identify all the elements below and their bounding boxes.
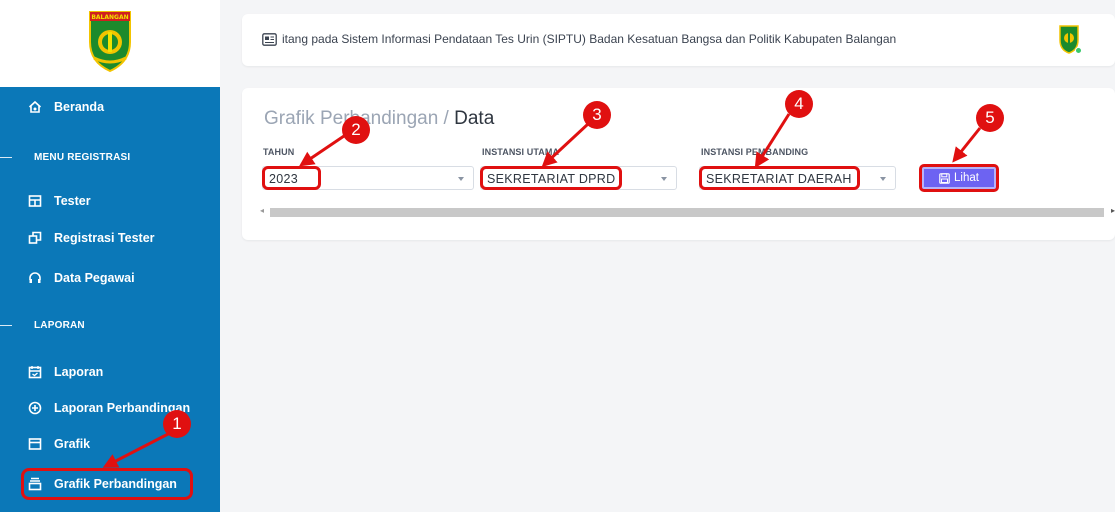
callout-badge-1: 1 (163, 410, 191, 438)
callout-badge-3: 3 (583, 101, 611, 129)
calendar-icon (28, 365, 42, 379)
sidebar-item-data-pegawai[interactable]: Data Pegawai (0, 258, 220, 298)
sidebar: BALANGAN Beranda MENU REGISTRASI Tester … (0, 0, 220, 512)
chevron-down-icon (661, 177, 667, 181)
section-label: LAPORAN (34, 319, 85, 331)
sidebar-item-label: Tester (54, 194, 91, 208)
sidebar-item-beranda[interactable]: Beranda (0, 87, 220, 127)
sidebar-item-registrasi-tester[interactable]: Registrasi Tester (0, 218, 220, 258)
window-icon (28, 437, 42, 451)
section-divider (0, 156, 12, 158)
instansi-utama-label: INSTANSI UTAMA (482, 147, 560, 157)
callout-badge-4: 4 (785, 90, 813, 118)
sidebar-item-laporan[interactable]: Laporan (0, 352, 220, 392)
save-icon (939, 172, 950, 184)
scroll-left-icon[interactable]: ◂ (260, 206, 264, 215)
headset-icon (28, 271, 42, 285)
highlight-box-tahun (262, 166, 321, 190)
sidebar-item-label: Laporan (54, 365, 104, 379)
sidebar-item-label: Data Pegawai (54, 271, 135, 285)
announcement-marquee: itang pada Sistem Informasi Pendataan Te… (282, 32, 897, 46)
sidebar-item-label: Grafik (54, 437, 91, 451)
page-title: Grafik Perbandingan / Data (264, 108, 494, 130)
sidebar-item-tester[interactable]: Tester (0, 181, 220, 221)
chevron-down-icon (458, 177, 464, 181)
sidebar-item-label: Beranda (54, 100, 105, 114)
news-icon (262, 33, 277, 46)
chevron-down-icon (880, 177, 886, 181)
highlight-box-instansi-utama (480, 166, 622, 190)
online-status-dot (1075, 47, 1082, 54)
instansi-pembanding-label: INSTANSI PEMBANDING (701, 147, 809, 157)
topbar: itang pada Sistem Informasi Pendataan Te… (242, 14, 1115, 66)
scrollbar-thumb[interactable] (270, 208, 1104, 217)
scroll-right-icon[interactable]: ▸ (1111, 206, 1115, 215)
callout-badge-5: 5 (976, 104, 1004, 132)
balangan-logo[interactable]: BALANGAN (86, 8, 134, 74)
callout-badge-2: 2 (342, 116, 370, 144)
svg-text:BALANGAN: BALANGAN (91, 14, 128, 21)
compare-icon (28, 401, 42, 415)
sidebar-item-label: Registrasi Tester (54, 231, 155, 245)
tahun-label: TAHUN (263, 147, 295, 157)
home-icon (28, 100, 42, 114)
lihat-button[interactable]: Lihat (919, 164, 999, 192)
highlight-box-grafik-perbandingan (21, 468, 193, 500)
lihat-label: Lihat (954, 172, 979, 184)
horizontal-scrollbar[interactable]: ◂ ▸ (260, 206, 1115, 218)
breadcrumb-current: Data (454, 108, 495, 129)
copy-icon (28, 231, 42, 245)
sidebar-section-registrasi: MENU REGISTRASI (0, 142, 220, 172)
section-divider (0, 324, 12, 326)
highlight-box-instansi-pembanding (699, 166, 860, 190)
sidebar-section-laporan: LAPORAN (0, 310, 220, 340)
section-label: MENU REGISTRASI (34, 151, 131, 163)
table-icon (28, 194, 42, 208)
logo-area: BALANGAN (0, 0, 220, 87)
